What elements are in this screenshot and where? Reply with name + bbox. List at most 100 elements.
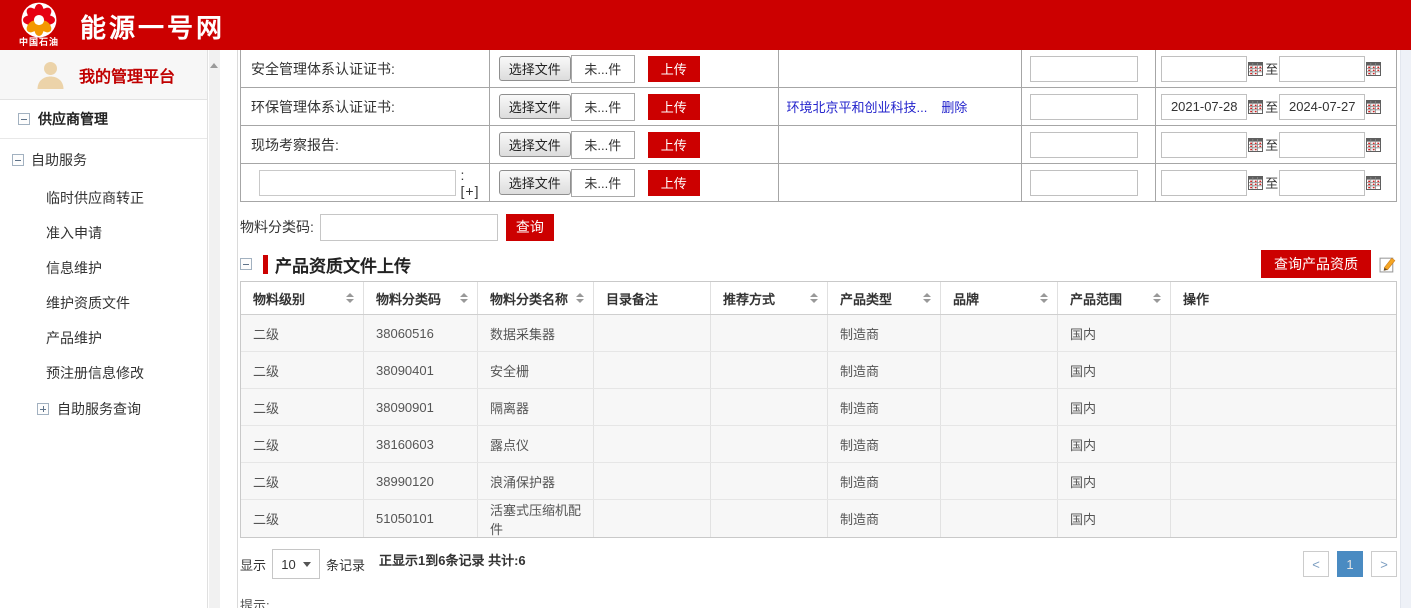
valid-from-input[interactable] <box>1161 56 1247 82</box>
sort-icon[interactable] <box>460 293 468 303</box>
custom-cert-name-input[interactable] <box>259 170 456 196</box>
cell-material-code: 38060516 <box>364 315 478 351</box>
chevron-down-icon <box>303 562 311 567</box>
uploaded-file-link[interactable]: 环境北京平和创业科技... <box>787 97 928 116</box>
file-link-cell <box>779 126 1023 163</box>
cell-action <box>1171 389 1396 425</box>
cell-material-code: 38990120 <box>364 463 478 499</box>
delete-file-link[interactable]: 删除 <box>941 97 967 116</box>
valid-from-input[interactable] <box>1161 132 1247 158</box>
column-label: 目录备注 <box>606 289 658 308</box>
choose-file-button[interactable]: 选择文件 <box>499 170 571 195</box>
column-label: 产品范围 <box>1070 289 1122 308</box>
sidebar-item-label: 自助服务 <box>31 150 87 170</box>
cell-catalog-remark <box>594 500 711 537</box>
valid-from-input[interactable] <box>1161 94 1247 120</box>
edit-note-icon[interactable] <box>1379 255 1397 273</box>
cell-brand <box>941 463 1058 499</box>
petrochina-logo-icon <box>20 2 58 38</box>
cell-product-type: 制造商 <box>828 389 941 425</box>
upload-button[interactable]: 上传 <box>648 132 700 158</box>
cell-material-name: 隔离器 <box>478 389 594 425</box>
plus-box-icon[interactable] <box>37 403 49 415</box>
sort-icon[interactable] <box>576 293 584 303</box>
query-product-qualification-button[interactable]: 查询产品资质 <box>1261 250 1371 278</box>
cell-product-type: 制造商 <box>828 500 941 537</box>
material-code-input[interactable] <box>320 214 498 241</box>
column-header-material-name[interactable]: 物料分类名称 <box>478 282 594 314</box>
cell-catalog-remark <box>594 463 711 499</box>
column-header-brand[interactable]: 品牌 <box>941 282 1058 314</box>
cert-number-input[interactable] <box>1030 94 1138 120</box>
petrochina-logo: 中国石油 <box>8 2 70 48</box>
sidebar-scrollbar[interactable] <box>209 50 220 608</box>
next-page-button[interactable]: > <box>1371 551 1397 577</box>
file-status-text: 未...件 <box>571 93 635 121</box>
calendar-icon[interactable] <box>1248 62 1263 76</box>
cell-action <box>1171 463 1396 499</box>
sidebar-item-info-maintenance[interactable]: 信息维护 <box>0 251 207 286</box>
valid-to-input[interactable] <box>1279 170 1365 196</box>
add-row-control[interactable]: : [+] <box>461 167 489 199</box>
sidebar-item-supplier-management[interactable]: 供应商管理 <box>0 100 207 139</box>
collapse-section-icon[interactable] <box>240 258 252 270</box>
sort-icon[interactable] <box>923 293 931 303</box>
sidebar-item-self-service[interactable]: 自助服务 <box>0 139 207 181</box>
minus-box-icon[interactable] <box>12 154 24 166</box>
sort-icon[interactable] <box>810 293 818 303</box>
sort-icon[interactable] <box>346 293 354 303</box>
sort-icon[interactable] <box>1153 293 1161 303</box>
upload-button[interactable]: 上传 <box>648 94 700 120</box>
page-scrollbar[interactable] <box>1400 50 1411 608</box>
column-label: 操作 <box>1183 289 1209 308</box>
valid-to-input[interactable] <box>1279 94 1365 120</box>
column-header-material-level[interactable]: 物料级别 <box>241 282 364 314</box>
query-button[interactable]: 查询 <box>506 214 554 241</box>
sidebar-item-product-maintenance[interactable]: 产品维护 <box>0 321 207 356</box>
cert-number-input[interactable] <box>1030 56 1138 82</box>
cell-material-code: 38090901 <box>364 389 478 425</box>
sidebar-item-temp-supplier-regularization[interactable]: 临时供应商转正 <box>0 181 207 216</box>
column-header-product-type[interactable]: 产品类型 <box>828 282 941 314</box>
calendar-icon[interactable] <box>1366 138 1381 152</box>
valid-from-input[interactable] <box>1161 170 1247 196</box>
calendar-icon[interactable] <box>1248 138 1263 152</box>
scroll-up-arrow-icon[interactable] <box>210 63 218 68</box>
sort-icon[interactable] <box>1040 293 1048 303</box>
valid-to-input[interactable] <box>1279 132 1365 158</box>
calendar-icon[interactable] <box>1366 100 1381 114</box>
calendar-icon[interactable] <box>1248 176 1263 190</box>
column-header-material-code[interactable]: 物料分类码 <box>364 282 478 314</box>
upload-button[interactable]: 上传 <box>648 56 700 82</box>
column-header-product-scope[interactable]: 产品范围 <box>1058 282 1171 314</box>
table-row: 二级 38160603 露点仪 制造商 国内 <box>241 426 1396 463</box>
product-qualification-table: 物料级别 物料分类码 物料分类名称 目录备注 推荐方式 产品类型 品牌 产品范围 <box>240 281 1397 538</box>
column-header-recommend-method[interactable]: 推荐方式 <box>711 282 828 314</box>
sidebar-item-label: 供应商管理 <box>38 109 108 129</box>
sidebar-item-admission-application[interactable]: 准入申请 <box>0 216 207 251</box>
calendar-icon[interactable] <box>1366 176 1381 190</box>
table-row: 二级 38090401 安全栅 制造商 国内 <box>241 352 1396 389</box>
cell-product-scope: 国内 <box>1058 463 1171 499</box>
choose-file-button[interactable]: 选择文件 <box>499 56 571 81</box>
table-row: 二级 38060516 数据采集器 制造商 国内 <box>241 315 1396 352</box>
cell-material-name: 浪涌保护器 <box>478 463 594 499</box>
choose-file-button[interactable]: 选择文件 <box>499 94 571 119</box>
prev-page-button[interactable]: < <box>1303 551 1329 577</box>
upload-button[interactable]: 上传 <box>648 170 700 196</box>
sidebar-item-self-service-query[interactable]: 自助服务查询 <box>0 391 207 426</box>
sidebar-item-preregistration-info-modify[interactable]: 预注册信息修改 <box>0 356 207 391</box>
minus-box-icon[interactable] <box>18 113 30 125</box>
column-label: 产品类型 <box>840 289 892 308</box>
page-1-button[interactable]: 1 <box>1337 551 1363 577</box>
cell-recommend-method <box>711 463 828 499</box>
search-label: 物料分类码: <box>240 217 314 237</box>
sidebar-item-qualification-file-maintenance[interactable]: 维护资质文件 <box>0 286 207 321</box>
cert-number-input[interactable] <box>1030 170 1138 196</box>
calendar-icon[interactable] <box>1366 62 1381 76</box>
calendar-icon[interactable] <box>1248 100 1263 114</box>
cert-number-input[interactable] <box>1030 132 1138 158</box>
choose-file-button[interactable]: 选择文件 <box>499 132 571 157</box>
valid-to-input[interactable] <box>1279 56 1365 82</box>
page-size-select[interactable]: 10 <box>272 549 320 579</box>
